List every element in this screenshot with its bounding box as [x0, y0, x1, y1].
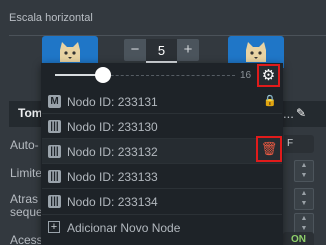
ellipsis-text: ...	[283, 106, 294, 121]
node-list-item[interactable]: M Nodo ID: 233131 🔒	[42, 89, 282, 114]
slb-access-toggle[interactable]: ON	[283, 232, 314, 245]
node-icon: |||	[48, 120, 61, 133]
autoscale-toggle[interactable]: F	[284, 135, 314, 153]
gear-icon: ⚙	[261, 67, 276, 84]
limit-spinner[interactable]: ▲ ▼	[294, 160, 314, 182]
delay-label-line1: Atras	[10, 192, 39, 206]
delay-label: Atras seque	[10, 193, 43, 219]
add-node-label: Adicionar Novo Node	[67, 221, 181, 235]
node-label: Nodo ID: 233133	[67, 170, 158, 184]
section-title: Escala horizontal	[9, 12, 93, 24]
node-list-item[interactable]: ||| Nodo ID: 233133	[42, 164, 282, 189]
add-node-button[interactable]: + Adicionar Novo Node	[42, 214, 282, 239]
node-list-item[interactable]: ||| Nodo ID: 233134	[42, 189, 282, 214]
master-node-icon: M	[48, 95, 61, 108]
node-icon: |||	[48, 170, 61, 183]
stepper-value-input[interactable]: 5	[146, 39, 177, 63]
pencil-icon[interactable]: ✎	[296, 106, 306, 120]
delay-spinner[interactable]: ▲ ▼	[294, 188, 314, 210]
node-list-item-highlighted[interactable]: ||| Nodo ID: 233132	[42, 139, 282, 164]
node-icon: |||	[48, 195, 61, 208]
limit-label: Limite	[10, 166, 43, 180]
delay-label-line2: seque	[10, 205, 43, 219]
trash-icon: 🗑	[260, 141, 278, 156]
node-label: Nodo ID: 233131	[67, 95, 158, 109]
node-label: Nodo ID: 233132	[67, 145, 158, 159]
autoscale-label: Auto-	[10, 138, 39, 152]
plus-icon: +	[48, 221, 60, 233]
node-count-slider-thumb[interactable]	[95, 67, 111, 83]
node-label: Nodo ID: 233130	[67, 120, 158, 134]
node-label: Nodo ID: 233134	[67, 195, 158, 209]
delete-node-button[interactable]: 🗑	[256, 136, 282, 162]
stepper-minus-button[interactable]: −	[124, 39, 146, 61]
node-group-label: Tom	[18, 106, 43, 120]
node-list-item[interactable]: ||| Nodo ID: 233130	[42, 114, 282, 139]
lock-icon: 🔒	[263, 95, 277, 107]
node-icon: |||	[48, 145, 61, 158]
stepper-plus-button[interactable]: +	[177, 39, 199, 61]
slider-max-label: 16	[240, 70, 252, 81]
settings-button[interactable]: ⚙	[257, 64, 280, 87]
